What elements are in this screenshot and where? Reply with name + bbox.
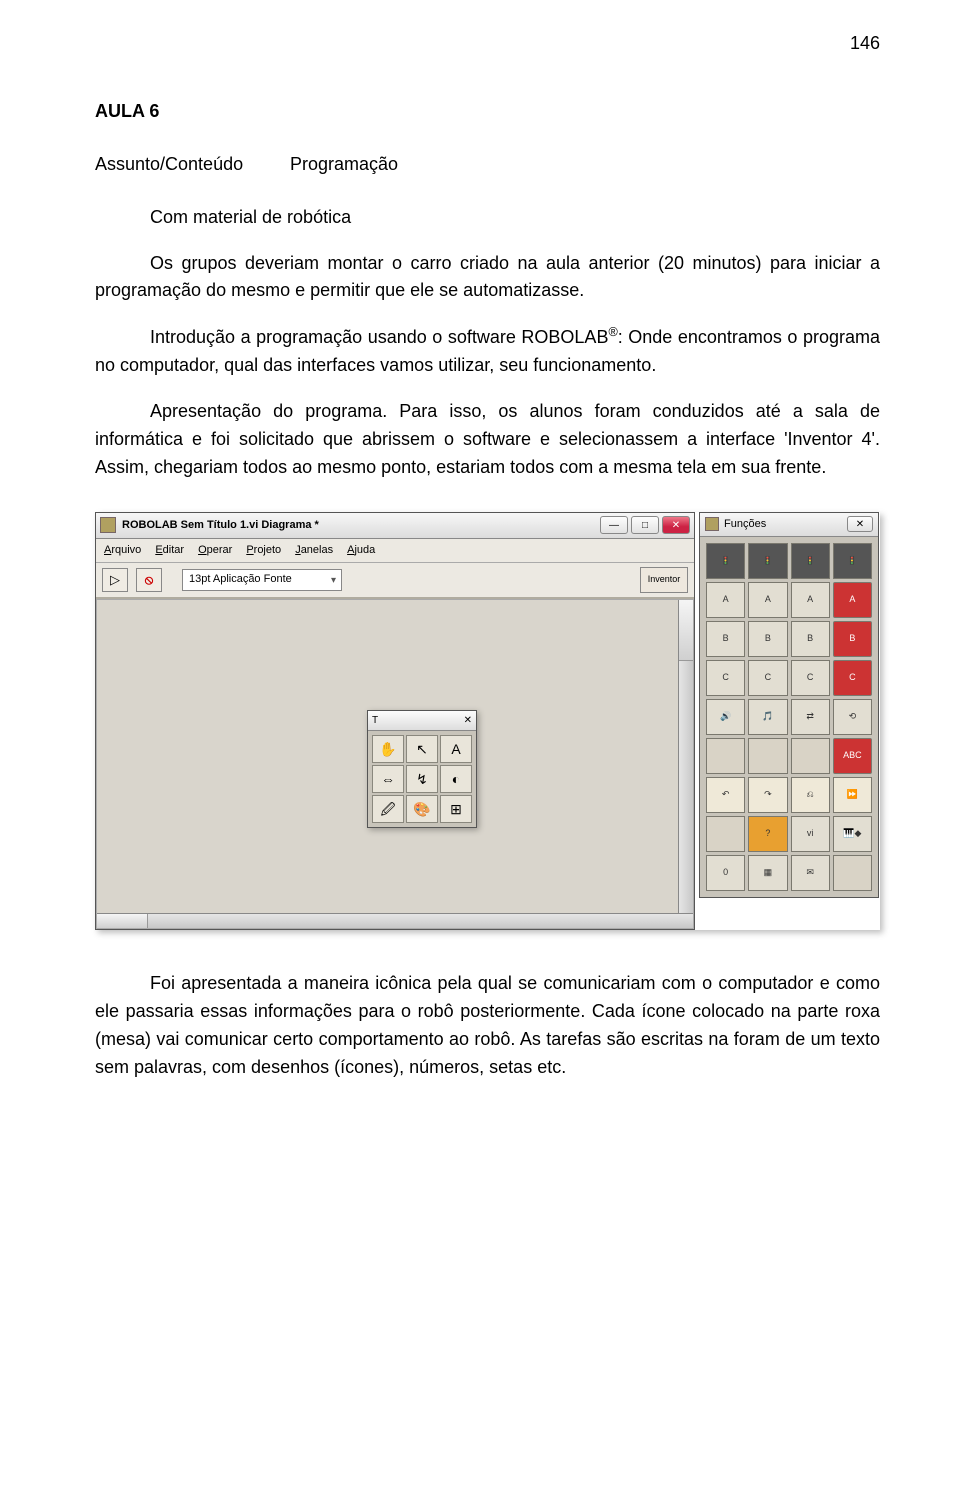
functions-title: Funções — [724, 516, 766, 533]
robolab-window: ROBOLAB Sem Título 1.vi Diagrama * — □ ✕… — [95, 512, 695, 930]
tool-scroll-icon[interactable]: ⊞ — [440, 795, 472, 823]
func-trafficlight-2-icon[interactable]: 🚦 — [748, 543, 787, 579]
tools-palette-close-icon[interactable]: ✕ — [464, 713, 472, 729]
func-nav-back-icon[interactable]: ↶ — [706, 777, 745, 813]
tool-breakpoint-icon[interactable]: ◐ — [440, 765, 472, 793]
tool-text-icon[interactable]: A — [440, 735, 472, 763]
menu-arquivo[interactable]: AArquivorquivo — [104, 542, 141, 559]
func-loop-icon[interactable]: ⟲ — [833, 699, 872, 735]
functions-titlebar: Funções ✕ — [700, 513, 878, 537]
func-trafficlight-1-icon[interactable]: 🚦 — [706, 543, 745, 579]
close-button[interactable]: ✕ — [662, 516, 690, 534]
functions-grid: 🚦 🚦 🚦 🚦 A A A A B B B B C C C C 🔊 🎵 ⇄ ⟲ — [700, 537, 878, 897]
func-nav-fwd-icon[interactable]: ↷ — [748, 777, 787, 813]
subject-value: Programação — [290, 154, 398, 174]
para-presentation: Apresentação do programa. Para isso, os … — [95, 398, 880, 482]
menu-ajuda[interactable]: Ajuda — [347, 542, 375, 559]
func-zero-icon[interactable]: 0 — [706, 855, 745, 891]
app-icon — [100, 517, 116, 533]
maximize-button[interactable]: □ — [631, 516, 659, 534]
functions-palette: Funções ✕ 🚦 🚦 🚦 🚦 A A A A B B B B C C C … — [699, 512, 879, 898]
scrollbar-vertical[interactable] — [678, 600, 693, 913]
tool-operate-icon[interactable]: ✋ — [372, 735, 404, 763]
para-groups: Os grupos deveriam montar o carro criado… — [95, 250, 880, 306]
func-motor-b-2-icon[interactable]: B — [748, 621, 787, 657]
minimize-button[interactable]: — — [600, 516, 628, 534]
titlebar: ROBOLAB Sem Título 1.vi Diagrama * — □ ✕ — [96, 513, 694, 539]
tool-probe-icon[interactable]: ↯ — [406, 765, 438, 793]
func-reverse-icon[interactable]: ⇄ — [791, 699, 830, 735]
func-vi-icon[interactable]: vi — [791, 816, 830, 852]
func-abc-stop-icon[interactable]: ABC — [833, 738, 872, 774]
func-motor-a-2-icon[interactable]: A — [748, 582, 787, 618]
window-title: ROBOLAB Sem Título 1.vi Diagrama * — [122, 517, 600, 534]
func-motor-c-1-icon[interactable]: C — [706, 660, 745, 696]
menu-janelas[interactable]: Janelas — [295, 542, 333, 559]
func-motor-b-stop-icon[interactable]: B — [833, 621, 872, 657]
toolbar: ▷ ⦸ 13pt Aplicação Fonte Inventor — [96, 563, 694, 599]
tool-pencil-icon[interactable]: 🖉 — [372, 795, 404, 823]
func-blank-3-icon[interactable] — [791, 738, 830, 774]
func-motor-c-3-icon[interactable]: C — [791, 660, 830, 696]
abort-button[interactable]: ⦸ — [136, 568, 162, 592]
func-motor-b-3-icon[interactable]: B — [791, 621, 830, 657]
functions-close-button[interactable]: ✕ — [847, 516, 873, 532]
func-slot-blank-icon[interactable] — [706, 816, 745, 852]
registered-mark: ® — [608, 325, 617, 339]
para-material: Com material de robótica — [95, 204, 880, 232]
menu-editar[interactable]: Editar — [155, 542, 184, 559]
func-sound-icon[interactable]: 🔊 — [706, 699, 745, 735]
func-motor-a-stop-icon[interactable]: A — [833, 582, 872, 618]
font-combo[interactable]: 13pt Aplicação Fonte — [182, 569, 342, 591]
func-nav-play-icon[interactable]: ⏩ — [833, 777, 872, 813]
lesson-heading: AULA 6 — [95, 98, 880, 126]
func-help-icon[interactable]: ? — [748, 816, 787, 852]
func-empty-icon — [833, 855, 872, 891]
func-music-icon[interactable]: 🎵 — [748, 699, 787, 735]
run-button[interactable]: ▷ — [102, 568, 128, 592]
robolab-screenshot: ROBOLAB Sem Título 1.vi Diagrama * — □ ✕… — [95, 512, 880, 930]
para-intro-prefix: Introdução a programação usando o softwa… — [150, 327, 608, 347]
func-trafficlight-3-icon[interactable]: 🚦 — [791, 543, 830, 579]
func-piano-icon[interactable]: 🎹◆ — [833, 816, 872, 852]
func-grid-icon[interactable]: ▦ — [748, 855, 787, 891]
functions-app-icon — [705, 517, 719, 531]
page-number: 146 — [95, 30, 880, 58]
menu-projeto[interactable]: Projeto — [246, 542, 281, 559]
window-controls: — □ ✕ — [600, 516, 690, 534]
para-intro: Introdução a programação usando o softwa… — [95, 323, 880, 380]
func-motor-a-1-icon[interactable]: A — [706, 582, 745, 618]
tool-color-icon[interactable]: 🎨 — [406, 795, 438, 823]
func-motor-a-3-icon[interactable]: A — [791, 582, 830, 618]
diagram-canvas[interactable]: T ✕ ✋ ↖ A ⇔ ↯ ◐ 🖉 🎨 ⊞ — [96, 599, 694, 929]
inventor-button[interactable]: Inventor — [640, 567, 688, 593]
func-trafficlight-4-icon[interactable]: 🚦 — [833, 543, 872, 579]
func-nav-up-icon[interactable]: ⎌ — [791, 777, 830, 813]
func-motor-c-stop-icon[interactable]: C — [833, 660, 872, 696]
func-blank-2-icon[interactable] — [748, 738, 787, 774]
tool-wire-icon[interactable]: ⇔ — [372, 765, 404, 793]
tool-select-icon[interactable]: ↖ — [406, 735, 438, 763]
func-motor-b-1-icon[interactable]: B — [706, 621, 745, 657]
menubar: AArquivorquivo Editar Operar Projeto Jan… — [96, 539, 694, 563]
para-icon-explain: Foi apresentada a maneira icônica pela q… — [95, 970, 880, 1082]
subject-row: Assunto/Conteúdo Programação — [95, 151, 880, 179]
func-blank-1-icon[interactable] — [706, 738, 745, 774]
tools-palette-title: T ✕ — [368, 711, 476, 732]
func-mail-icon[interactable]: ✉ — [791, 855, 830, 891]
subject-label: Assunto/Conteúdo — [95, 151, 285, 179]
tools-palette-label: T — [372, 713, 378, 729]
scrollbar-horizontal[interactable] — [97, 913, 693, 928]
menu-operar[interactable]: Operar — [198, 542, 232, 559]
tools-palette[interactable]: T ✕ ✋ ↖ A ⇔ ↯ ◐ 🖉 🎨 ⊞ — [367, 710, 477, 829]
func-motor-c-2-icon[interactable]: C — [748, 660, 787, 696]
